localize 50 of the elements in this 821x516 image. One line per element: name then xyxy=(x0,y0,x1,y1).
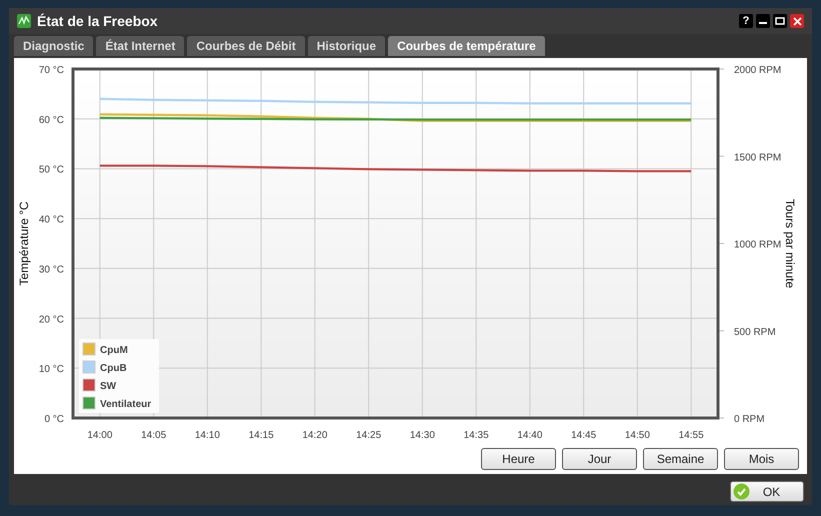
tab[interactable]: Courbes de température xyxy=(388,36,545,56)
legend-label: Ventilateur xyxy=(100,399,152,410)
tab[interactable]: Historique xyxy=(308,36,386,56)
legend-label: CpuB xyxy=(100,363,127,374)
check-icon xyxy=(733,483,750,500)
x-tick-label: 14:55 xyxy=(678,430,704,441)
y-tick-label: 20 °C xyxy=(38,314,64,326)
ok-button[interactable]: OK xyxy=(730,481,804,502)
y2-tick-label: 1500 RPM xyxy=(734,152,782,164)
y-tick-label: 60 °C xyxy=(38,114,64,126)
x-tick-label: 14:00 xyxy=(87,430,112,441)
minimize-button[interactable] xyxy=(756,14,770,28)
range-button[interactable]: Mois xyxy=(724,448,799,470)
x-tick-label: 14:15 xyxy=(248,430,274,441)
y-axis-title: Température °C xyxy=(17,201,31,286)
legend-label: SW xyxy=(100,381,116,392)
x-tick-label: 14:35 xyxy=(464,430,489,441)
y2-tick-label: 1000 RPM xyxy=(734,240,782,250)
y2-tick-label: 0 RPM xyxy=(734,414,765,425)
y2-axis-title: Tours par minute xyxy=(783,198,797,288)
range-button[interactable]: Heure xyxy=(481,448,556,470)
y-tick-label: 50 °C xyxy=(38,164,64,176)
range-button[interactable]: Semaine xyxy=(643,448,718,470)
legend-label: CpuM xyxy=(100,345,128,356)
x-tick-label: 14:05 xyxy=(141,430,166,441)
x-tick-label: 14:10 xyxy=(194,430,220,441)
y2-tick-label: 2000 RPM xyxy=(734,65,782,76)
y-tick-label: 40 °C xyxy=(38,214,64,226)
x-tick-label: 14:45 xyxy=(571,430,596,441)
y-tick-label: 30 °C xyxy=(38,264,64,276)
close-button[interactable] xyxy=(790,14,804,28)
x-tick-label: 14:40 xyxy=(517,430,542,441)
y-tick-label: 0 °C xyxy=(44,414,64,425)
window-title: État de la Freebox xyxy=(37,12,158,30)
tab[interactable]: Diagnostic xyxy=(14,36,94,56)
maximize-button[interactable] xyxy=(773,14,787,28)
y2-tick-label: 500 RPM xyxy=(734,326,776,338)
range-button[interactable]: Jour xyxy=(562,448,637,470)
x-tick-label: 14:20 xyxy=(302,430,328,441)
tab[interactable]: Courbes de Débit xyxy=(187,36,305,56)
maximize-icon xyxy=(775,17,785,25)
y-tick-label: 10 °C xyxy=(38,364,64,376)
app-icon xyxy=(17,14,31,28)
close-icon xyxy=(792,16,802,26)
help-button[interactable]: ? xyxy=(739,14,753,28)
x-tick-label: 14:25 xyxy=(356,430,382,441)
x-tick-label: 14:50 xyxy=(624,430,650,441)
x-tick-label: 14:30 xyxy=(410,430,435,441)
tab[interactable]: État Internet xyxy=(96,36,184,56)
y-tick-label: 70 °C xyxy=(38,65,64,76)
